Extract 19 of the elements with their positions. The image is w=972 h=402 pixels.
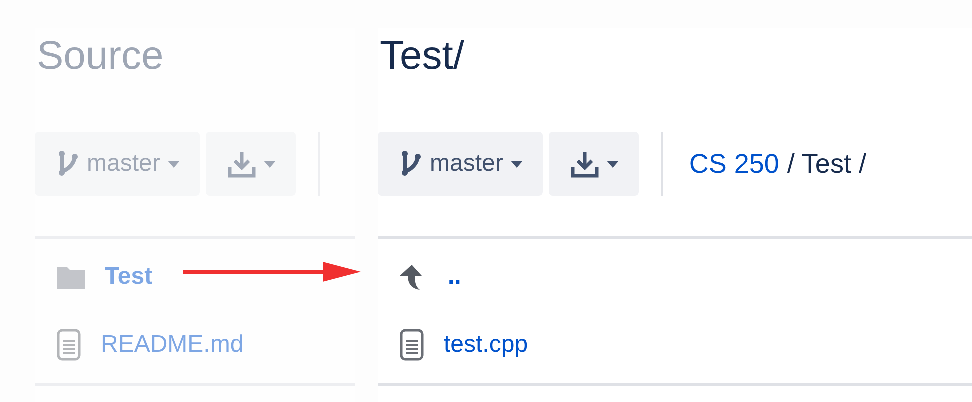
page-title: Source [37,33,165,80]
page-title: Test/ [380,33,466,80]
caret-icon [607,160,620,168]
caret-icon [264,160,276,168]
branch-icon [57,150,79,178]
download-button[interactable] [549,132,640,196]
branch-button[interactable]: master [378,132,544,196]
branch-icon [400,150,422,178]
folder-icon [57,265,85,289]
caret-icon [168,160,180,168]
file-link[interactable]: test.cpp [444,331,528,359]
file-icon [57,329,81,361]
file-icon [400,329,424,361]
parent-link[interactable]: .. [448,263,462,291]
breadcrumb-path: / Test / [787,148,866,180]
caret-icon [511,160,524,168]
download-icon [571,150,600,178]
breadcrumb-link[interactable]: CS 250 [689,148,780,180]
download-icon [228,150,256,178]
